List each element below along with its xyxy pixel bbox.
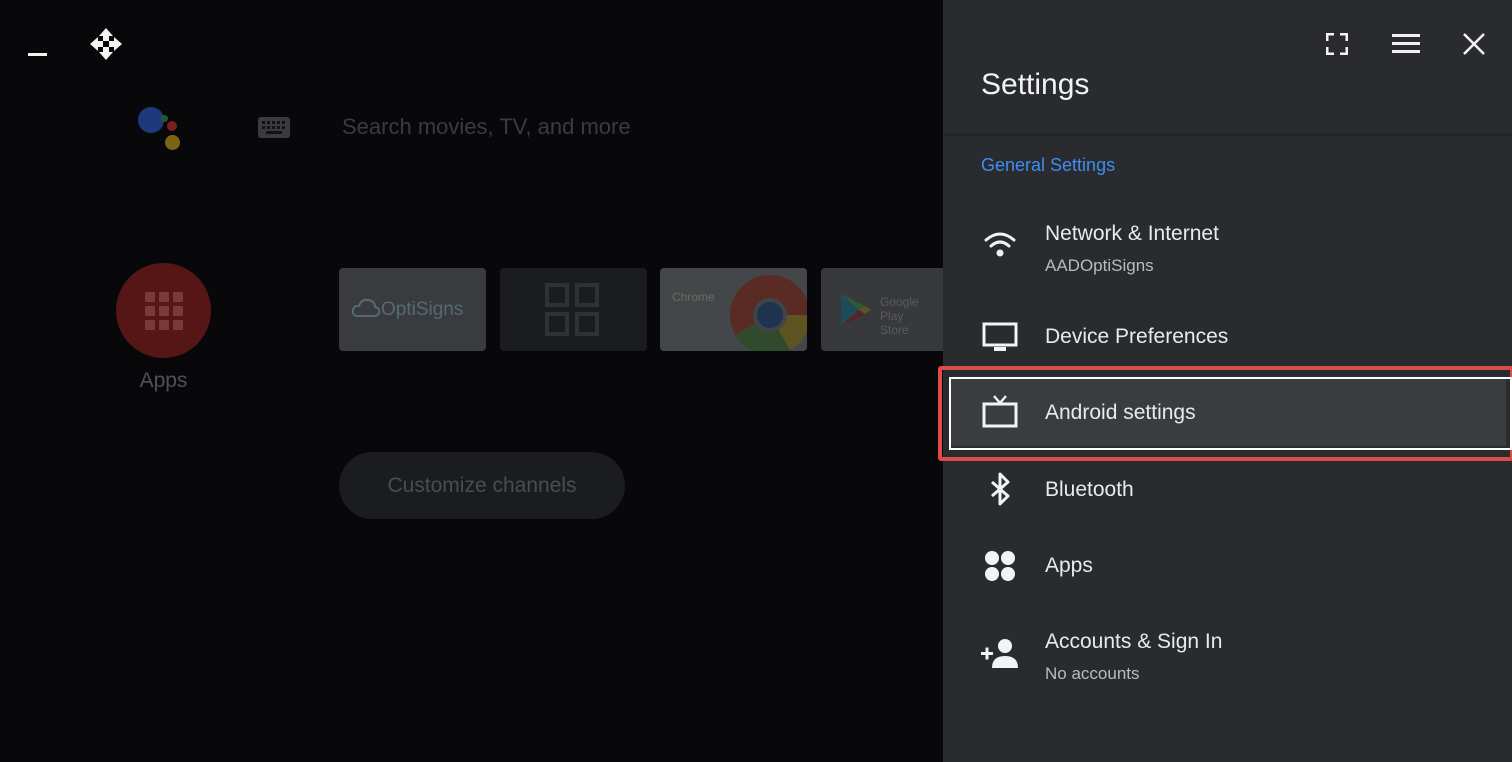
tile-app-grid[interactable] xyxy=(500,268,647,351)
tile-optisigns[interactable]: OptiSigns xyxy=(339,268,486,351)
section-general-settings: General Settings xyxy=(981,155,1116,175)
add-person-icon xyxy=(981,639,1018,668)
grid-app-icon xyxy=(545,283,599,336)
customize-channels-button[interactable]: Customize channels xyxy=(339,452,625,519)
settings-item-device-preferences[interactable]: Device Preferences xyxy=(943,310,1512,366)
apps-title: Apps xyxy=(1045,554,1093,577)
cloud-icon xyxy=(351,298,381,317)
settings-item-network[interactable]: Network & Internet AADOptiSigns xyxy=(943,215,1512,285)
search-field[interactable]: Search movies, TV, and more xyxy=(342,114,631,140)
apps-dots-icon xyxy=(985,551,1015,581)
tile-optisigns-label: OptiSigns xyxy=(381,299,464,320)
fullscreen-icon[interactable] xyxy=(1325,32,1349,56)
bluetooth-title: Bluetooth xyxy=(1045,478,1134,501)
play-store-icon xyxy=(841,294,871,326)
tile-play-label: Google Play Store xyxy=(880,295,919,337)
bluetooth-icon xyxy=(991,472,1010,506)
wifi-icon xyxy=(984,232,1016,257)
keyboard-icon[interactable] xyxy=(258,117,290,138)
network-subtitle: AADOptiSigns xyxy=(1045,256,1154,275)
menu-icon[interactable] xyxy=(1392,34,1420,54)
focus-highlight-frame xyxy=(938,366,1512,461)
focus-ring xyxy=(949,377,1512,450)
network-title: Network & Internet xyxy=(1045,222,1219,245)
tile-google-play[interactable]: Google Play Store xyxy=(821,268,943,351)
device-preferences-title: Device Preferences xyxy=(1045,325,1229,348)
monitor-icon xyxy=(982,322,1018,351)
title-divider xyxy=(943,134,1512,136)
chrome-icon xyxy=(730,275,807,351)
settings-item-bluetooth[interactable]: Bluetooth xyxy=(943,462,1512,518)
apps-button[interactable] xyxy=(116,263,211,358)
google-assistant-icon[interactable] xyxy=(138,107,188,151)
tv-home-screen: Search movies, TV, and more Apps OptiSig… xyxy=(0,0,943,762)
close-icon[interactable] xyxy=(1463,33,1485,55)
accounts-title: Accounts & Sign In xyxy=(1045,630,1223,653)
settings-item-accounts[interactable]: Accounts & Sign In No accounts xyxy=(943,623,1512,693)
accounts-subtitle: No accounts xyxy=(1045,664,1140,683)
tile-chrome-label: Chrome xyxy=(672,290,715,304)
tile-chrome[interactable]: Chrome xyxy=(660,268,807,351)
settings-item-apps[interactable]: Apps xyxy=(943,538,1512,594)
apps-label: Apps xyxy=(139,369,188,392)
settings-title: Settings xyxy=(981,68,1090,101)
apps-grid-icon xyxy=(145,292,183,330)
